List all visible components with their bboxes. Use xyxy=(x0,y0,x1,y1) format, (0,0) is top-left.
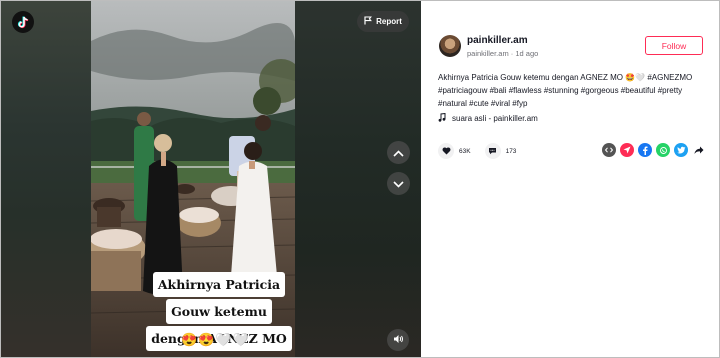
author-handle[interactable]: painkiller.am xyxy=(467,49,509,58)
engagement-actions: 63K 173 xyxy=(438,143,530,159)
video-stage: Report Akhirnya Patricia Gouw ketemu den… xyxy=(1,1,421,357)
author-username[interactable]: painkiller.am xyxy=(467,35,528,46)
caption-line: Akhirnya Patricia xyxy=(152,272,286,297)
comment-button[interactable] xyxy=(484,142,501,160)
post-time: 1d ago xyxy=(515,49,539,58)
volume-button[interactable] xyxy=(387,329,409,351)
flag-icon xyxy=(364,16,373,27)
whatsapp-icon[interactable] xyxy=(656,143,670,157)
chevron-up-icon xyxy=(393,144,404,162)
report-label: Report xyxy=(376,17,402,26)
chevron-down-icon xyxy=(393,175,404,193)
twitter-icon[interactable] xyxy=(674,143,688,157)
video-blur-backdrop-left xyxy=(1,1,91,357)
music-note-icon xyxy=(438,112,446,124)
like-button[interactable] xyxy=(438,143,454,159)
next-video-button[interactable] xyxy=(387,172,410,195)
comment-icon xyxy=(488,142,497,160)
post-info-panel: painkiller.am painkiller.am · 1d ago Fol… xyxy=(421,1,719,357)
music-link[interactable]: suara asli - painkiller.am xyxy=(438,112,538,124)
author-subline: painkiller.am · 1d ago xyxy=(467,49,538,58)
music-title: suara asli - painkiller.am xyxy=(452,114,538,123)
share-row xyxy=(602,143,706,157)
heart-icon xyxy=(442,142,451,160)
previous-video-button[interactable] xyxy=(387,141,410,164)
tiktok-logo-icon[interactable] xyxy=(12,11,34,33)
like-count: 63K xyxy=(459,147,471,155)
post-description: Akhirnya Patricia Gouw ketemu dengan AGN… xyxy=(438,73,693,108)
share-more-icon[interactable] xyxy=(692,143,706,157)
follow-button[interactable]: Follow xyxy=(645,36,703,55)
caption-line: Gouw ketemu xyxy=(166,299,272,324)
volume-icon xyxy=(393,331,404,349)
send-icon[interactable] xyxy=(620,143,634,157)
caption-emojis: 😍😍🤍🤍 xyxy=(181,332,250,347)
avatar[interactable] xyxy=(439,35,461,57)
comment-count: 173 xyxy=(505,147,517,155)
tiktok-post-page: Report Akhirnya Patricia Gouw ketemu den… xyxy=(0,0,720,358)
report-button[interactable]: Report xyxy=(357,11,409,32)
embed-icon[interactable] xyxy=(602,143,616,157)
facebook-icon[interactable] xyxy=(638,143,652,157)
